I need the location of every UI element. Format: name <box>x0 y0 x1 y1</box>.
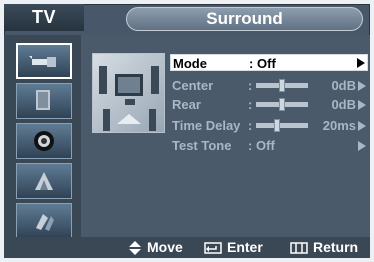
footer-help-bar: Move Enter Return <box>4 237 370 258</box>
display-picture-icon <box>36 90 50 110</box>
center-colon: : <box>248 78 253 93</box>
move-up-down-icon <box>129 240 141 255</box>
rear-colon: : <box>248 97 253 112</box>
footer-move-label: Move <box>147 239 183 255</box>
mode-colon: : <box>249 56 254 71</box>
sidebar-item-setup[interactable] <box>16 203 72 239</box>
sidebar-item-input[interactable] <box>16 43 72 79</box>
test-tone-value: Off <box>256 138 275 153</box>
rear-slider[interactable] <box>256 98 308 111</box>
sidebar <box>4 35 81 239</box>
slider-knob[interactable] <box>279 98 285 111</box>
time-delay-value: 20ms <box>322 118 356 133</box>
test-tone-label: Test Tone <box>172 138 232 153</box>
menu-return-icon <box>290 241 308 254</box>
menu-row-time-delay[interactable]: Time Delay : 20ms <box>170 117 368 134</box>
rear-value: 0dB <box>331 97 356 112</box>
slider-knob[interactable] <box>274 119 280 132</box>
chevron-right-icon <box>358 81 366 91</box>
time-delay-slider[interactable] <box>256 119 308 132</box>
footer-move: Move <box>128 237 183 258</box>
time-delay-colon: : <box>248 118 253 133</box>
menu-row-test-tone[interactable]: Test Tone : Off <box>170 137 368 154</box>
surround-speaker-illustration <box>92 53 165 133</box>
tv-osd-screen: TV Surround Mode: Off Center: 0dB Rear… <box>0 0 374 262</box>
chevron-right-icon <box>357 58 365 68</box>
footer-enter-label: Enter <box>227 239 263 255</box>
menu-row-center[interactable]: Center : 0dB <box>170 77 368 94</box>
chevron-right-icon <box>358 141 366 151</box>
chevron-right-icon <box>358 100 366 110</box>
center-label: Center <box>172 78 214 93</box>
menu-row-rear[interactable]: Rear : 0dB <box>170 96 368 113</box>
center-slider[interactable] <box>256 79 308 92</box>
sidebar-item-channel[interactable] <box>16 163 72 199</box>
footer-return: Return <box>290 237 358 258</box>
setup-tools-icon <box>36 214 54 231</box>
center-value: 0dB <box>331 78 356 93</box>
satellite-antenna-icon <box>29 56 56 67</box>
footer-return-label: Return <box>313 239 359 255</box>
footer-enter: Enter <box>204 237 263 258</box>
speaker-sound-icon <box>34 131 54 151</box>
menu-row-mode[interactable]: Mode : Off <box>170 54 368 71</box>
slider-knob[interactable] <box>279 79 285 92</box>
sidebar-item-picture[interactable] <box>16 83 72 119</box>
enter-icon <box>204 241 222 254</box>
chevron-right-icon <box>358 121 366 131</box>
mode-label: Mode <box>173 56 207 71</box>
source-label: TV <box>4 4 84 31</box>
channel-dish-icon <box>35 172 53 190</box>
test-tone-colon: : <box>248 138 253 153</box>
rear-label: Rear <box>172 97 201 112</box>
mode-value: Off <box>257 56 276 71</box>
sidebar-item-sound[interactable] <box>16 123 72 159</box>
time-delay-label: Time Delay <box>172 118 241 133</box>
page-title: Surround <box>126 7 363 31</box>
